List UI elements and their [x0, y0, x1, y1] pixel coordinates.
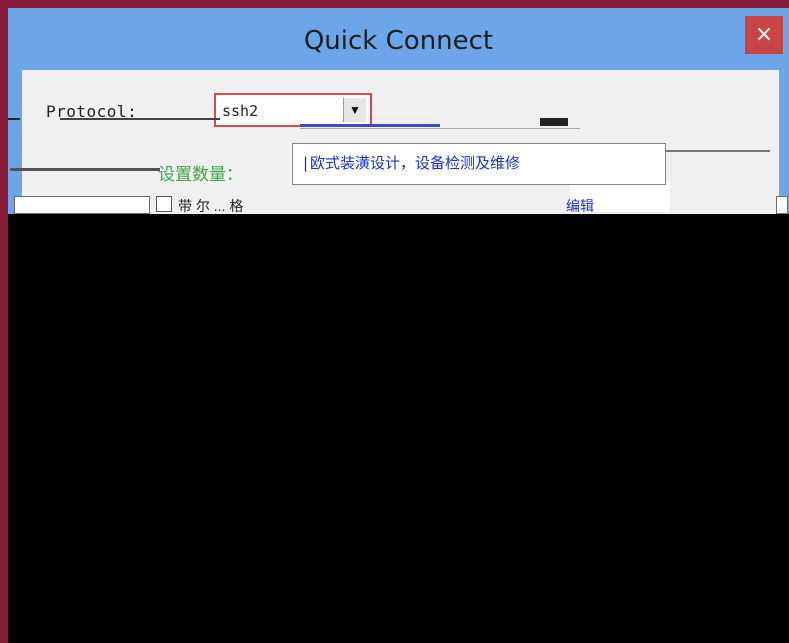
artifact-line: [300, 128, 580, 129]
green-label: 设置数量：: [158, 165, 243, 185]
artifact-block: [540, 118, 568, 126]
host-input[interactable]: |欧式装潢设计，设备检测及维修: [292, 143, 666, 185]
right-field[interactable]: [776, 196, 788, 214]
close-button[interactable]: ×: [745, 16, 783, 54]
chevron-down-icon[interactable]: ▼: [343, 98, 366, 122]
protocol-selected-value: ssh2: [222, 102, 259, 120]
redacted-area: [8, 214, 789, 643]
option-label: 带 尔 ... 格: [178, 198, 244, 214]
protocol-select[interactable]: ssh2 ▼: [214, 93, 372, 127]
quick-connect-window: Quick Connect × Protocol: ssh2 ▼ 设置数量： |…: [0, 0, 789, 643]
artifact-line: [660, 150, 770, 152]
artifact-line: [10, 168, 160, 171]
title-bar[interactable]: Quick Connect ×: [8, 8, 789, 70]
window-title: Quick Connect: [303, 26, 494, 56]
option-checkbox[interactable]: [156, 196, 172, 212]
host-input-text: |欧式装潢设计，设备检测及维修: [301, 154, 521, 172]
artifact-line: [60, 118, 220, 120]
artifact-line: [8, 118, 20, 120]
artifact-line: [300, 124, 440, 127]
left-field[interactable]: [14, 196, 150, 214]
edit-link[interactable]: 编辑: [566, 196, 594, 216]
